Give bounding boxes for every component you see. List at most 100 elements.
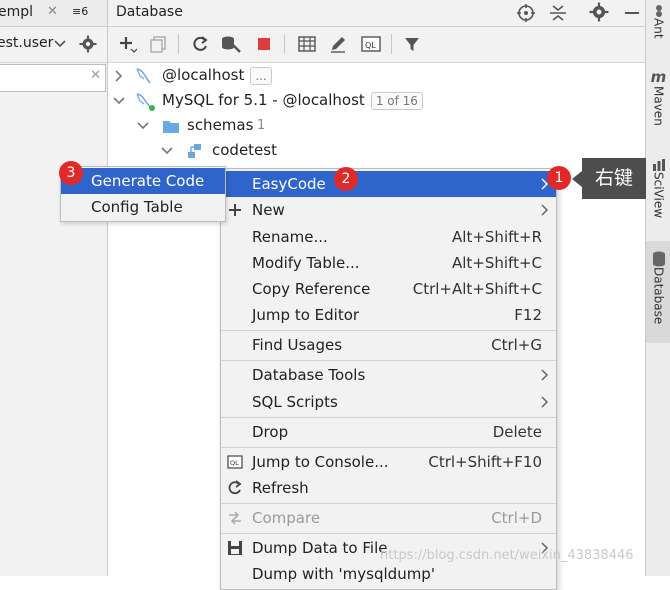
shortcut-label: Ctrl+Shift+F10 (428, 453, 542, 471)
mysql-datasource-icon (136, 93, 155, 111)
tab-database-label: Database (651, 267, 666, 325)
left-toolbar: est.user (0, 27, 107, 63)
folder-icon (163, 121, 179, 133)
plus-icon (229, 204, 241, 216)
refresh-icon[interactable] (189, 33, 211, 55)
database-toolbar: QL (108, 27, 645, 63)
submenu-item-generate-code[interactable]: Generate Code (61, 168, 225, 194)
clear-icon[interactable]: ✕ (90, 68, 101, 83)
schema-icon (188, 144, 201, 158)
shortcut-label: Ctrl+D (491, 509, 542, 527)
tab-list-badge[interactable]: ≡6 (72, 0, 88, 24)
tree-node-label: @localhost... (162, 63, 272, 88)
duplicate-icon[interactable] (147, 33, 169, 55)
datasource-icon (136, 68, 151, 84)
menu-separator (221, 533, 556, 534)
tab-sciview[interactable]: SciView (646, 158, 670, 218)
shortcut-label: Alt+Shift+C (451, 254, 542, 272)
svg-text:QL: QL (230, 459, 239, 467)
chevron-right-icon (541, 396, 549, 408)
collapse-all-icon[interactable] (548, 3, 568, 23)
menu-separator (221, 503, 556, 504)
crosshair-icon[interactable] (516, 3, 536, 23)
maven-icon: m (650, 68, 667, 86)
table-icon[interactable] (296, 33, 318, 55)
watermark: https://blog.csdn.net/weixin_43838446 (380, 548, 634, 563)
edit-icon[interactable] (327, 33, 349, 55)
context-menu: EasyCode New Rename... Alt+Shift+R Modif… (220, 168, 557, 590)
menu-item-new[interactable]: New (221, 197, 556, 223)
submenu-item-config-table[interactable]: Config Table (61, 194, 225, 220)
menu-item-compare[interactable]: Compare Ctrl+D (221, 505, 556, 531)
tab-ant-label: Ant (651, 18, 666, 39)
schema-settings-icon[interactable] (220, 33, 242, 55)
menu-item-modify-table[interactable]: Modify Table... Alt+Shift+C (221, 250, 556, 276)
chevron-right-icon (541, 204, 549, 216)
minimize-icon[interactable] (623, 3, 641, 23)
ant-icon (655, 5, 662, 17)
menu-item-rename[interactable]: Rename... Alt+Shift+R (221, 224, 556, 250)
left-panel: empl ✕ ≡6 est.user ✕ (0, 0, 108, 576)
easycode-submenu: Generate Code Config Table (60, 166, 226, 222)
right-click-callout: 右键 (582, 158, 646, 199)
tab-maven-label: Maven (651, 86, 666, 126)
menu-separator (221, 330, 556, 331)
chevron-down-icon[interactable] (136, 119, 150, 133)
shortcut-label: Ctrl+Alt+Shift+C (412, 280, 542, 298)
file-selector[interactable]: est.user (0, 35, 53, 51)
panel-title: Database (116, 4, 183, 20)
database-icon (652, 251, 665, 267)
step-badge-3: 3 (59, 161, 83, 185)
step-badge-1: 1 (547, 166, 571, 190)
sciview-icon (652, 159, 665, 171)
tab-database[interactable]: Database (646, 241, 670, 343)
left-tab-bar: empl ✕ ≡6 (0, 0, 107, 27)
svg-text:QL: QL (365, 41, 376, 50)
menu-item-dump-mysqldump[interactable]: Dump with 'mysqldump' (221, 561, 556, 587)
menu-item-easycode[interactable]: EasyCode (221, 171, 556, 197)
menu-item-database-tools[interactable]: Database Tools (221, 362, 556, 388)
shortcut-label: Ctrl+G (491, 336, 542, 354)
tree-node-label: MySQL for 5.1 - @localhost 1 of 16 (162, 88, 423, 113)
menu-separator (221, 417, 556, 418)
tab-ant[interactable]: Ant (646, 4, 670, 39)
menu-item-find-usages[interactable]: Find Usages Ctrl+G (221, 332, 556, 358)
menu-item-copy-reference[interactable]: Copy Reference Ctrl+Alt+Shift+C (221, 276, 556, 302)
menu-item-jump-to-editor[interactable]: Jump to Editor F12 (221, 302, 556, 328)
tree-node-badge: 1 of 16 (370, 92, 423, 110)
close-icon[interactable]: ✕ (47, 0, 58, 24)
menu-item-drop[interactable]: Drop Delete (221, 419, 556, 445)
menu-item-refresh[interactable]: Refresh (221, 475, 556, 501)
tree-node-label: codetest (212, 141, 277, 159)
shortcut-label: Alt+Shift+R (452, 228, 542, 246)
filter-icon[interactable] (401, 33, 423, 55)
tab-maven[interactable]: m Maven (646, 68, 670, 126)
chevron-down-icon[interactable] (112, 94, 126, 108)
tree-node-badge[interactable]: ... (250, 67, 272, 85)
menu-item-jump-to-console[interactable]: QL Jump to Console... Ctrl+Shift+F10 (221, 449, 556, 475)
save-icon (228, 541, 242, 555)
menu-separator (221, 447, 556, 448)
database-panel-header: Database (108, 0, 645, 27)
menu-separator (221, 360, 556, 361)
left-search-field[interactable]: ✕ (0, 64, 106, 92)
tab-sciview-label: SciView (651, 172, 666, 219)
chevron-down-icon[interactable] (54, 39, 66, 49)
compare-icon (229, 511, 241, 525)
add-icon[interactable] (116, 33, 138, 55)
menu-item-sql-scripts[interactable]: SQL Scripts (221, 389, 556, 415)
stop-icon[interactable] (253, 33, 275, 55)
shortcut-label: Delete (492, 423, 542, 441)
refresh-icon (228, 480, 242, 495)
chevron-right-icon[interactable] (112, 69, 126, 83)
right-tool-window-bar: Ant m Maven SciView Database (645, 0, 670, 576)
sql-console-icon[interactable]: QL (360, 33, 382, 55)
tree-node-label: schemas (187, 116, 254, 134)
gear-icon[interactable] (589, 2, 609, 22)
sql-console-icon: QL (227, 455, 243, 469)
step-badge-2: 2 (334, 167, 358, 191)
chevron-down-icon[interactable] (160, 144, 174, 158)
gear-icon[interactable] (79, 35, 97, 53)
shortcut-label: F12 (514, 306, 542, 324)
left-tab-label: empl (0, 4, 34, 20)
